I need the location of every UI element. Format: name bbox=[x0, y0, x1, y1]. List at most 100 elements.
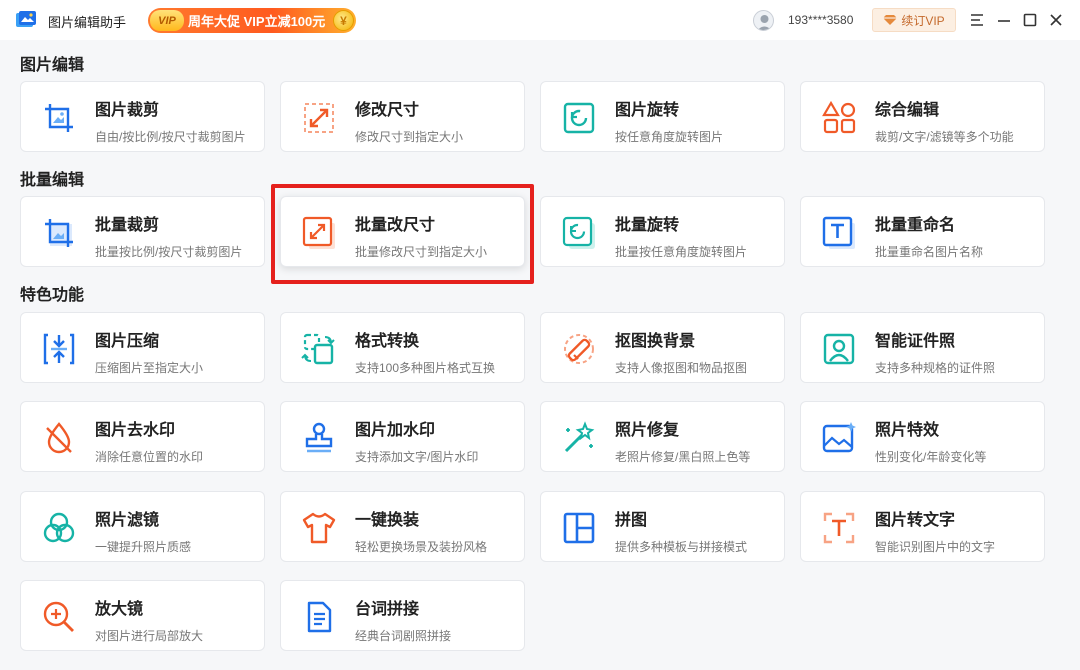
id-photo-icon bbox=[821, 331, 857, 367]
card-title: 图片转文字 bbox=[875, 506, 955, 530]
card-desc: 消除任意位置的水印 bbox=[95, 448, 203, 465]
card-desc: 按任意角度旋转图片 bbox=[615, 128, 723, 145]
shapes-icon bbox=[821, 100, 857, 136]
card-title: 批量旋转 bbox=[615, 211, 679, 235]
coin-icon: ¥ bbox=[333, 10, 354, 31]
card-desc: 批量按任意角度旋转图片 bbox=[615, 243, 747, 260]
card-id-photo[interactable]: 智能证件照 支持多种规格的证件照 bbox=[800, 312, 1045, 383]
card-collage[interactable]: 拼图 提供多种模板与拼接模式 bbox=[540, 491, 785, 562]
card-lines-collage[interactable]: 台词拼接 经典台词剧照拼接 bbox=[280, 580, 525, 651]
maximize-icon[interactable] bbox=[1020, 10, 1040, 30]
card-desc: 支持多种规格的证件照 bbox=[875, 359, 995, 376]
card-title: 拼图 bbox=[615, 506, 647, 530]
shirt-icon bbox=[301, 510, 337, 546]
card-title: 图片裁剪 bbox=[95, 96, 159, 120]
crop-icon bbox=[41, 100, 77, 136]
card-title: 批量裁剪 bbox=[95, 211, 159, 235]
card-desc: 老照片修复/黑白照上色等 bbox=[615, 448, 750, 465]
card-desc: 经典台词剧照拼接 bbox=[355, 627, 451, 644]
section-title-batch: 批量编辑 bbox=[20, 166, 84, 190]
card-title: 图片去水印 bbox=[95, 416, 175, 440]
rotate-icon bbox=[561, 100, 597, 136]
card-title: 放大镜 bbox=[95, 595, 143, 619]
card-desc: 压缩图片至指定大小 bbox=[95, 359, 203, 376]
card-title: 台词拼接 bbox=[355, 595, 419, 619]
card-title: 图片加水印 bbox=[355, 416, 435, 440]
card-photo-filter[interactable]: 照片滤镜 一键提升照片质感 bbox=[20, 491, 265, 562]
card-resize[interactable]: 修改尺寸 修改尺寸到指定大小 bbox=[280, 81, 525, 152]
card-desc: 批量按比例/按尺寸裁剪图片 bbox=[95, 243, 242, 260]
card-batch-resize[interactable]: 批量改尺寸 批量修改尺寸到指定大小 bbox=[280, 196, 525, 267]
batch-rotate-icon bbox=[561, 215, 597, 251]
batch-crop-icon bbox=[41, 215, 77, 251]
ocr-icon bbox=[821, 510, 857, 546]
card-desc: 批量重命名图片名称 bbox=[875, 243, 983, 260]
card-image-to-text[interactable]: 图片转文字 智能识别图片中的文字 bbox=[800, 491, 1045, 562]
avatar[interactable] bbox=[753, 10, 774, 31]
filter-icon bbox=[41, 510, 77, 546]
card-photo-repair[interactable]: 照片修复 老照片修复/黑白照上色等 bbox=[540, 401, 785, 472]
card-title: 抠图换背景 bbox=[615, 327, 695, 351]
cutout-icon bbox=[561, 331, 597, 367]
card-desc: 自由/按比例/按尺寸裁剪图片 bbox=[95, 128, 246, 145]
card-desc: 智能识别图片中的文字 bbox=[875, 538, 995, 555]
add-watermark-icon bbox=[301, 420, 337, 456]
section-title-features: 特色功能 bbox=[20, 281, 84, 305]
promo-text: 周年大促 VIP立减100元 bbox=[188, 11, 325, 30]
card-desc: 裁剪/文字/滤镜等多个功能 bbox=[875, 128, 1014, 145]
renew-vip-button[interactable]: 续订VIP bbox=[872, 8, 956, 32]
card-composite-edit[interactable]: 综合编辑 裁剪/文字/滤镜等多个功能 bbox=[800, 81, 1045, 152]
card-desc: 对图片进行局部放大 bbox=[95, 627, 203, 644]
user-id[interactable]: 193****3580 bbox=[788, 13, 853, 27]
promo-banner[interactable]: VIP 周年大促 VIP立减100元 ¥ bbox=[148, 8, 356, 33]
card-convert[interactable]: 格式转换 支持100多种图片格式互换 bbox=[280, 312, 525, 383]
diamond-icon bbox=[883, 14, 897, 26]
card-desc: 一键提升照片质感 bbox=[95, 538, 191, 555]
card-cutout[interactable]: 抠图换背景 支持人像抠图和物品抠图 bbox=[540, 312, 785, 383]
card-title: 照片修复 bbox=[615, 416, 679, 440]
app-logo-icon bbox=[14, 8, 38, 32]
card-desc: 修改尺寸到指定大小 bbox=[355, 128, 463, 145]
card-outfit-change[interactable]: 一键换装 轻松更换场景及装扮风格 bbox=[280, 491, 525, 562]
renew-vip-label: 续订VIP bbox=[901, 12, 944, 29]
card-title: 修改尺寸 bbox=[355, 96, 419, 120]
card-crop[interactable]: 图片裁剪 自由/按比例/按尺寸裁剪图片 bbox=[20, 81, 265, 152]
card-compress[interactable]: 图片压缩 压缩图片至指定大小 bbox=[20, 312, 265, 383]
card-desc: 性别变化/年龄变化等 bbox=[875, 448, 986, 465]
card-title: 批量改尺寸 bbox=[355, 211, 435, 235]
card-photo-effect[interactable]: 照片特效 性别变化/年龄变化等 bbox=[800, 401, 1045, 472]
remove-watermark-icon bbox=[41, 420, 77, 456]
card-title: 照片特效 bbox=[875, 416, 939, 440]
card-desc: 支持添加文字/图片水印 bbox=[355, 448, 478, 465]
vip-badge: VIP bbox=[150, 10, 184, 31]
card-batch-rotate[interactable]: 批量旋转 批量按任意角度旋转图片 bbox=[540, 196, 785, 267]
card-desc: 支持人像抠图和物品抠图 bbox=[615, 359, 747, 376]
card-magnifier[interactable]: 放大镜 对图片进行局部放大 bbox=[20, 580, 265, 651]
card-title: 综合编辑 bbox=[875, 96, 939, 120]
compress-icon bbox=[41, 331, 77, 367]
image-effect-icon bbox=[821, 420, 857, 456]
card-title: 照片滤镜 bbox=[95, 506, 159, 530]
card-title: 批量重命名 bbox=[875, 211, 955, 235]
card-batch-crop[interactable]: 批量裁剪 批量按比例/按尺寸裁剪图片 bbox=[20, 196, 265, 267]
card-title: 图片压缩 bbox=[95, 327, 159, 351]
card-title: 一键换装 bbox=[355, 506, 419, 530]
app-title: 图片编辑助手 bbox=[48, 12, 126, 31]
collage-icon bbox=[561, 510, 597, 546]
card-desc: 轻松更换场景及装扮风格 bbox=[355, 538, 487, 555]
convert-icon bbox=[301, 331, 337, 367]
minimize-icon[interactable] bbox=[994, 10, 1014, 30]
resize-icon bbox=[301, 100, 337, 136]
card-add-watermark[interactable]: 图片加水印 支持添加文字/图片水印 bbox=[280, 401, 525, 472]
rename-icon bbox=[821, 215, 857, 251]
card-batch-rename[interactable]: 批量重命名 批量重命名图片名称 bbox=[800, 196, 1045, 267]
batch-resize-icon bbox=[301, 215, 337, 251]
magnifier-icon bbox=[41, 599, 77, 635]
title-bar: 图片编辑助手 VIP 周年大促 VIP立减100元 ¥ 193****3580 … bbox=[0, 0, 1080, 40]
card-title: 图片旋转 bbox=[615, 96, 679, 120]
card-remove-watermark[interactable]: 图片去水印 消除任意位置的水印 bbox=[20, 401, 265, 472]
close-icon[interactable] bbox=[1046, 10, 1066, 30]
card-title: 格式转换 bbox=[355, 327, 419, 351]
menu-icon[interactable] bbox=[967, 10, 987, 30]
card-rotate[interactable]: 图片旋转 按任意角度旋转图片 bbox=[540, 81, 785, 152]
